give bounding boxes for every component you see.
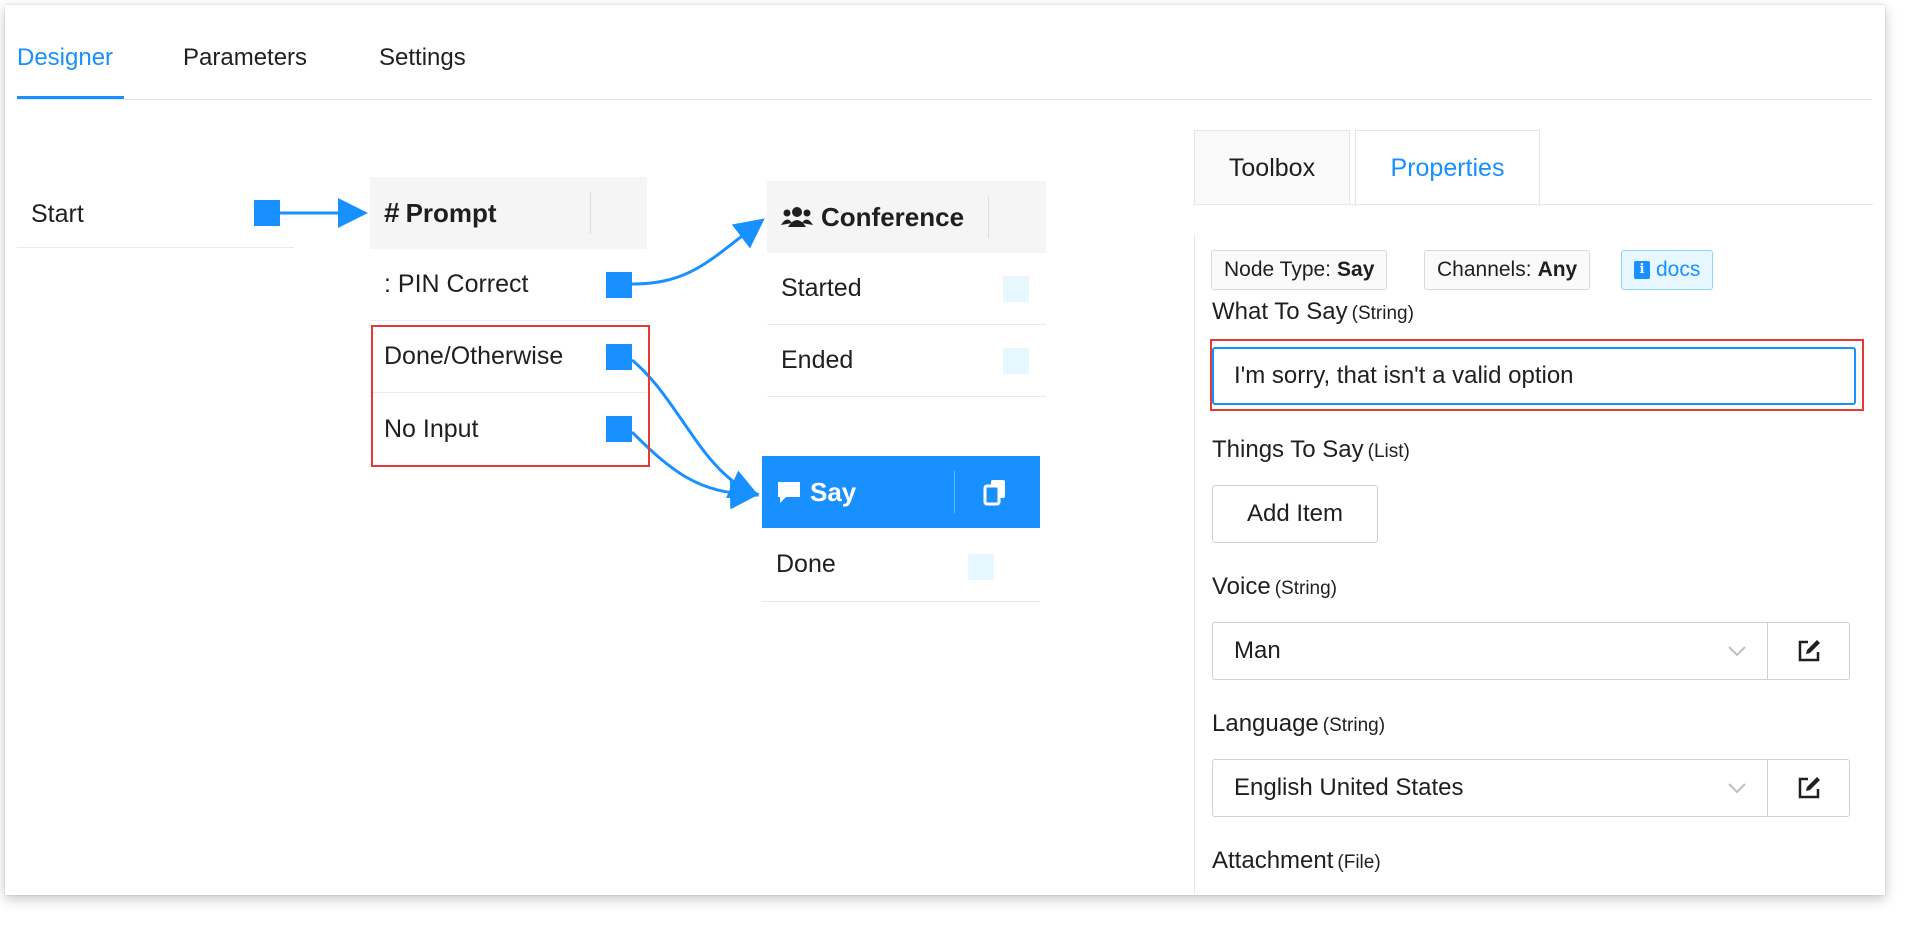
conference-title: Conference (821, 201, 965, 232)
hash-icon: # (384, 197, 400, 228)
panel-divider (1194, 234, 1195, 894)
tab-properties[interactable]: Properties (1355, 130, 1540, 206)
add-item-button[interactable]: Add Item (1212, 485, 1378, 543)
comment-icon (778, 482, 800, 503)
field-label: Language (1212, 710, 1319, 737)
input-value: I'm sorry, that isn't a valid option (1234, 362, 1574, 389)
voice-label: Voice (String) (1212, 573, 1337, 601)
chevron-down-icon (1728, 646, 1746, 657)
badge-value: Any (1537, 258, 1578, 281)
header-separator (954, 471, 955, 513)
connector-pin-conference (631, 218, 765, 286)
tab-properties-label: Properties (1390, 154, 1505, 182)
pin-correct-port[interactable] (606, 272, 632, 298)
channels-badge: Channels: Any (1424, 250, 1591, 290)
prompt-row-label: : PIN Correct (384, 270, 529, 298)
right-tabs-divider (1193, 204, 1873, 205)
say-row-label: Done (776, 550, 836, 578)
button-label: Add Item (1246, 500, 1344, 527)
tab-toolbox[interactable]: Toolbox (1194, 130, 1350, 205)
edit-icon (1798, 640, 1820, 662)
node-type-badge: Node Type: Say (1211, 250, 1388, 290)
tab-toolbox-label: Toolbox (1228, 153, 1316, 182)
language-edit-button[interactable] (1767, 759, 1850, 817)
docs-link[interactable]: i docs (1621, 250, 1714, 290)
started-port[interactable] (1003, 276, 1029, 302)
language-select[interactable]: English United States (1212, 759, 1768, 817)
select-value: English United States (1234, 774, 1464, 801)
ended-port[interactable] (1003, 348, 1029, 374)
field-type: (File) (1337, 852, 1381, 873)
prompt-title: Prompt (405, 197, 497, 228)
docs-label: docs (1656, 258, 1701, 281)
what-to-say-label: What To Say (String) (1212, 298, 1414, 326)
info-icon: i (1634, 261, 1650, 279)
language-label: Language (String) (1212, 710, 1385, 738)
header-separator (988, 196, 989, 238)
copy-icon[interactable] (983, 478, 1009, 511)
voice-edit-button[interactable] (1767, 622, 1850, 680)
say-row-done[interactable]: Done (762, 528, 1040, 602)
badge-label: Channels: (1437, 258, 1532, 281)
users-icon (781, 207, 813, 227)
field-type: (String) (1274, 578, 1338, 599)
say-title: Say (810, 476, 857, 507)
badge-value: Say (1337, 258, 1375, 281)
badge-label: Node Type: (1224, 258, 1332, 281)
edit-icon (1798, 777, 1820, 799)
highlight-box (371, 325, 650, 467)
conference-row-label: Started (781, 274, 862, 302)
field-type: (String) (1351, 303, 1414, 324)
field-label: Things To Say (1212, 436, 1364, 463)
start-output-port[interactable] (254, 200, 280, 226)
chevron-down-icon (1728, 783, 1746, 794)
start-node[interactable]: Start (17, 182, 294, 248)
voice-select[interactable]: Man (1212, 622, 1768, 680)
field-label: Voice (1212, 573, 1271, 600)
field-type: (String) (1322, 715, 1386, 736)
conference-node-header[interactable]: Conference (767, 181, 1046, 253)
field-label: What To Say (1212, 298, 1348, 325)
field-type: (List) (1367, 441, 1410, 462)
what-to-say-input[interactable]: I'm sorry, that isn't a valid option (1212, 347, 1856, 405)
field-label: Attachment (1212, 847, 1334, 874)
select-value: Man (1234, 637, 1281, 664)
say-done-port[interactable] (968, 554, 994, 580)
attachment-label: Attachment (File) (1212, 847, 1381, 875)
things-to-say-label: Things To Say (List) (1212, 436, 1410, 464)
header-separator (590, 192, 591, 234)
conference-row-label: Ended (781, 346, 854, 374)
start-label: Start (31, 200, 84, 228)
connector-otherwise-say (631, 358, 760, 498)
prompt-node-header[interactable]: # Prompt (370, 177, 647, 249)
